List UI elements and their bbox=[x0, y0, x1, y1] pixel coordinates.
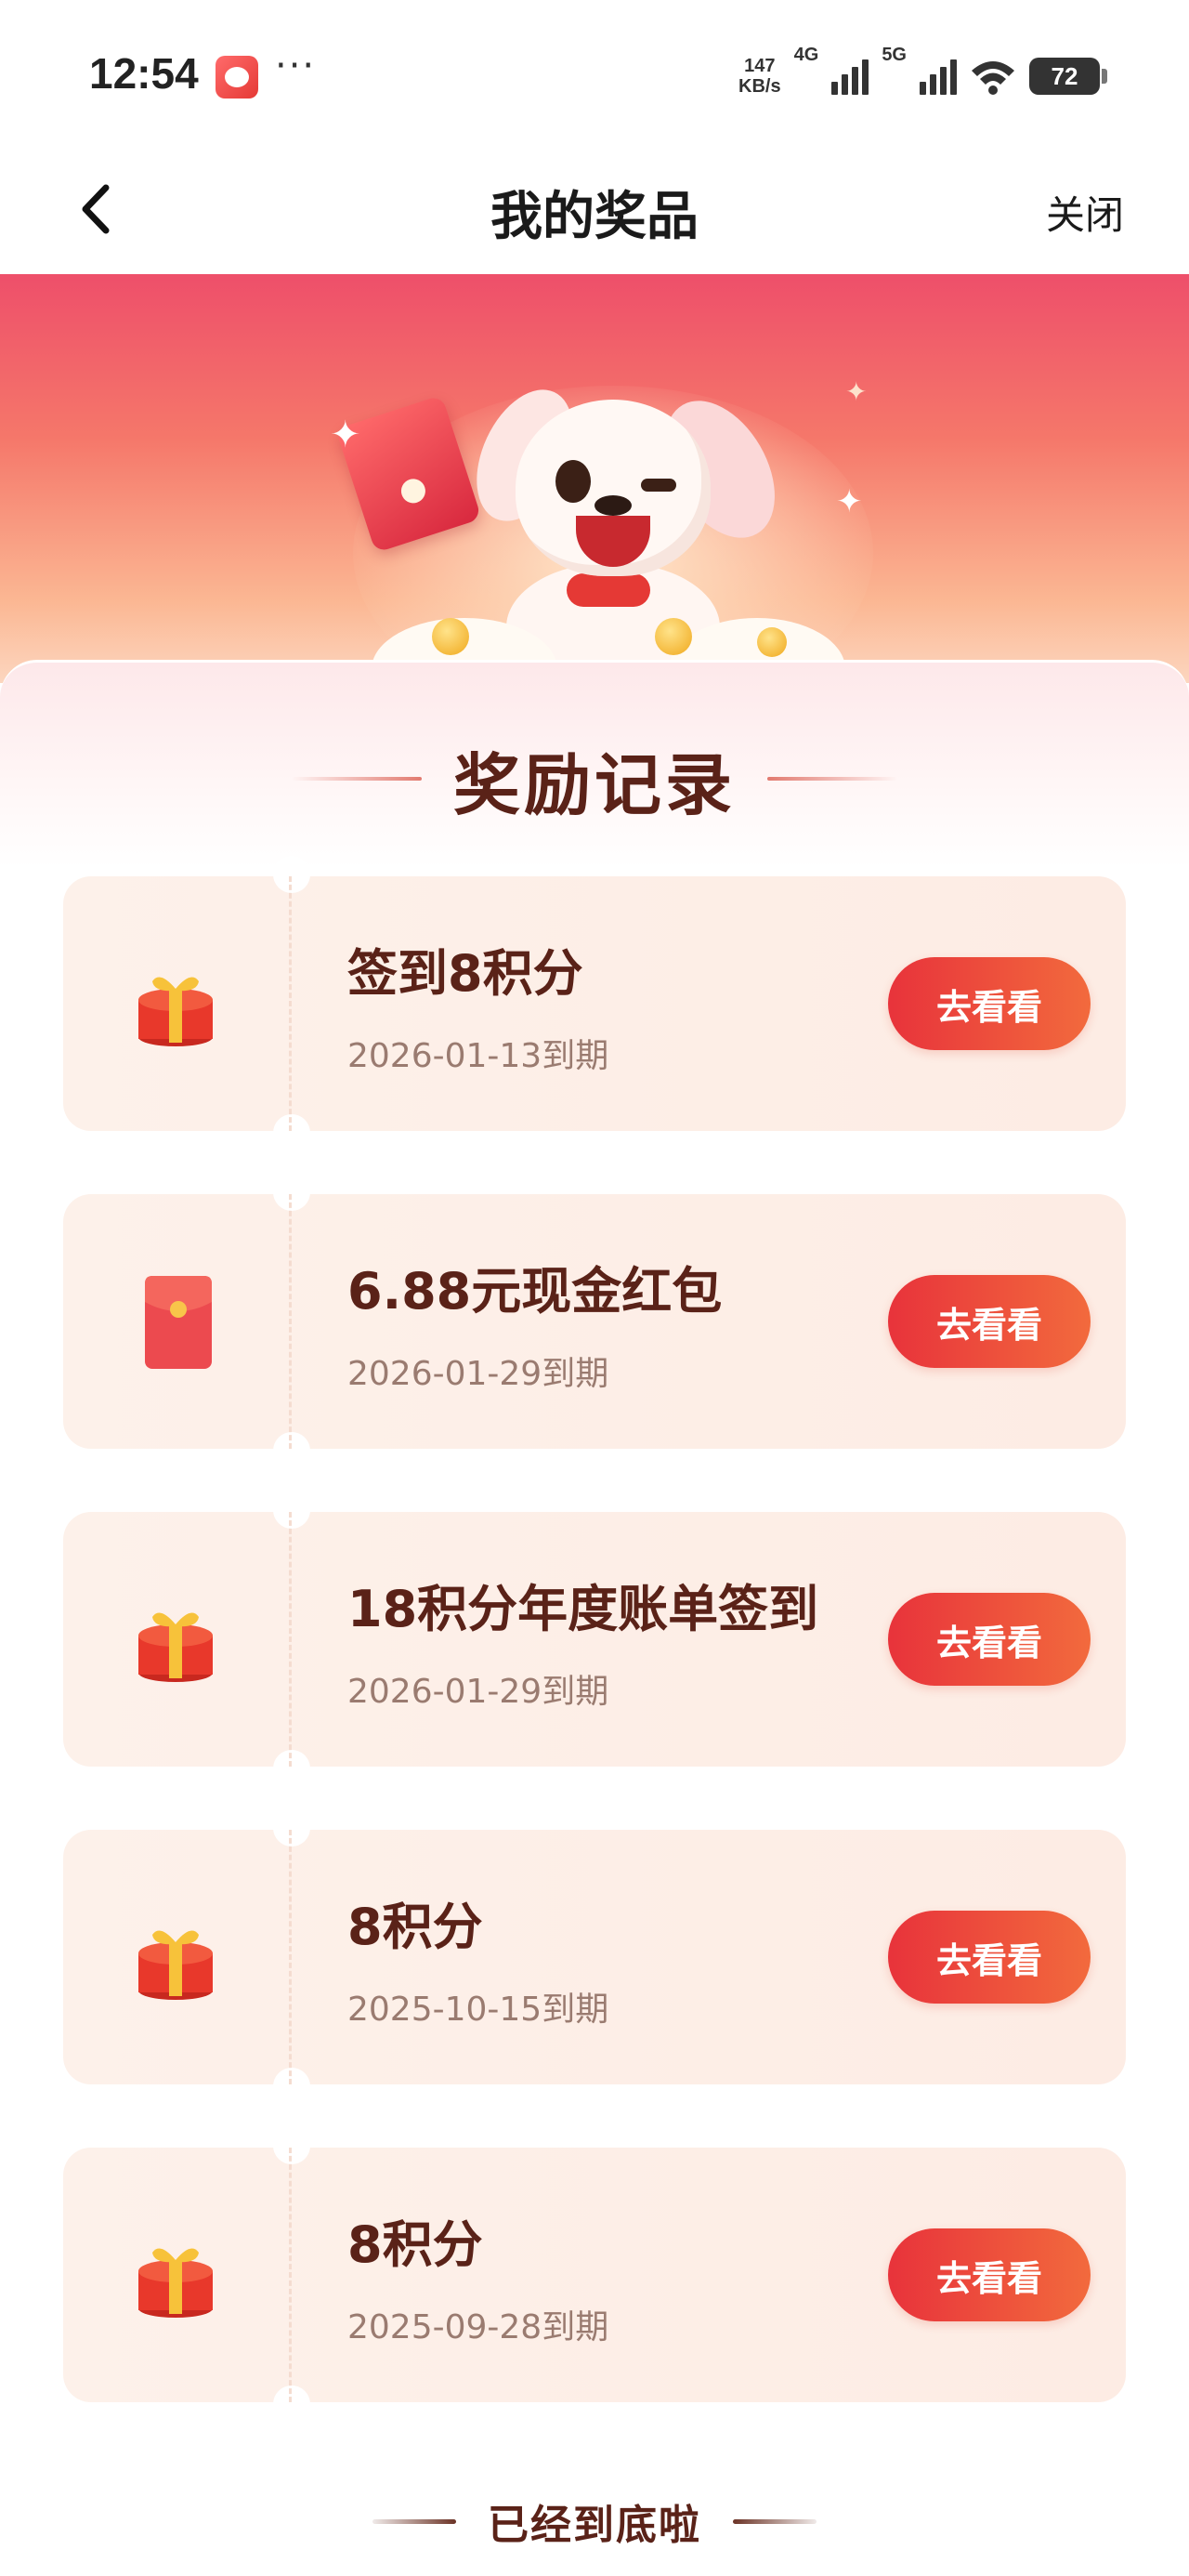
reward-record-panel: 奖励记录 签到8积分 2026-01-13到期 去看看 6.88元现金红包 20… bbox=[0, 660, 1189, 2576]
reward-expire-date: 2025-09-28到期 bbox=[347, 2308, 609, 2346]
status-indicators: 147 KB/s 4G 5G 72 bbox=[738, 45, 1107, 104]
go-view-button[interactable]: 去看看 bbox=[888, 1593, 1091, 1686]
status-bar: 12:54 ··· 147 KB/s 4G 5G 72 bbox=[0, 0, 1189, 149]
coin-icon bbox=[432, 618, 469, 655]
red-envelope-icon bbox=[145, 1276, 212, 1369]
app-notification-icon bbox=[216, 56, 258, 99]
list-end-text: 已经到底啦 bbox=[488, 2502, 701, 2549]
mascot-bow-tie bbox=[567, 573, 650, 607]
wifi-icon bbox=[972, 61, 1014, 95]
gift-box-icon bbox=[138, 1612, 213, 1682]
end-divider bbox=[733, 2518, 817, 2524]
mascot-wink-eye bbox=[641, 479, 676, 492]
section-title: 奖励记录 bbox=[452, 745, 736, 824]
reward-name: 6.88元现金红包 bbox=[347, 1262, 723, 1321]
mascot-nose bbox=[594, 495, 632, 516]
coin-icon bbox=[655, 618, 692, 655]
reward-item: 8积分 2025-10-15到期 去看看 bbox=[63, 1809, 1126, 2105]
section-header: 奖励记录 bbox=[0, 737, 1189, 824]
gift-box-icon bbox=[138, 977, 213, 1046]
mascot-eye bbox=[555, 460, 591, 503]
sparkle-icon: ✦ bbox=[330, 414, 361, 456]
end-divider bbox=[372, 2518, 456, 2524]
title-divider bbox=[291, 777, 422, 781]
more-notifications-icon: ··· bbox=[275, 45, 317, 87]
reward-name: 签到8积分 bbox=[347, 944, 583, 1003]
signal-4g-icon bbox=[831, 58, 869, 95]
nav-bar: 我的奖品 关闭 bbox=[0, 149, 1189, 274]
signal-5g-icon bbox=[920, 58, 957, 95]
go-view-button[interactable]: 去看看 bbox=[888, 957, 1091, 1050]
reward-expire-date: 2026-01-29到期 bbox=[347, 1673, 609, 1711]
network-speed: 147 KB/s bbox=[738, 56, 781, 97]
go-view-button[interactable]: 去看看 bbox=[888, 2228, 1091, 2321]
network-4g-label: 4G bbox=[793, 45, 819, 65]
gift-box-icon bbox=[138, 1930, 213, 2000]
list-end-indicator: 已经到底啦 bbox=[0, 2484, 1189, 2558]
network-speed-value: 147 bbox=[744, 56, 776, 76]
battery-icon: 72 bbox=[1029, 58, 1107, 95]
hero-banner: ✦ ✦ ✦ bbox=[0, 274, 1189, 683]
coin-icon bbox=[757, 627, 787, 657]
reward-name: 18积分年度账单签到 bbox=[347, 1580, 819, 1638]
sparkle-icon: ✦ bbox=[845, 376, 868, 407]
go-view-button[interactable]: 去看看 bbox=[888, 1275, 1091, 1368]
sparkle-icon: ✦ bbox=[836, 483, 863, 520]
reward-item: 签到8积分 2026-01-13到期 去看看 bbox=[63, 856, 1126, 1151]
status-time: 12:54 bbox=[89, 49, 199, 98]
reward-item: 6.88元现金红包 2026-01-29到期 去看看 bbox=[63, 1174, 1126, 1469]
reward-name: 8积分 bbox=[347, 2215, 483, 2274]
reward-item: 18积分年度账单签到 2026-01-29到期 去看看 bbox=[63, 1492, 1126, 1787]
reward-item: 8积分 2025-09-28到期 去看看 bbox=[63, 2127, 1126, 2423]
title-divider bbox=[767, 777, 897, 781]
go-view-button[interactable]: 去看看 bbox=[888, 1911, 1091, 2004]
close-button[interactable]: 关闭 bbox=[1046, 184, 1124, 241]
reward-expire-date: 2026-01-13到期 bbox=[347, 1037, 609, 1075]
reward-expire-date: 2026-01-29到期 bbox=[347, 1355, 609, 1393]
reward-expire-date: 2025-10-15到期 bbox=[347, 1991, 609, 2029]
network-5g-label: 5G bbox=[882, 45, 907, 65]
gift-box-icon bbox=[138, 2248, 213, 2318]
page-title: 我的奖品 bbox=[490, 187, 699, 247]
network-speed-unit: KB/s bbox=[738, 76, 781, 97]
reward-list: 签到8积分 2026-01-13到期 去看看 6.88元现金红包 2026-01… bbox=[63, 856, 1126, 2465]
reward-name: 8积分 bbox=[347, 1898, 483, 1956]
